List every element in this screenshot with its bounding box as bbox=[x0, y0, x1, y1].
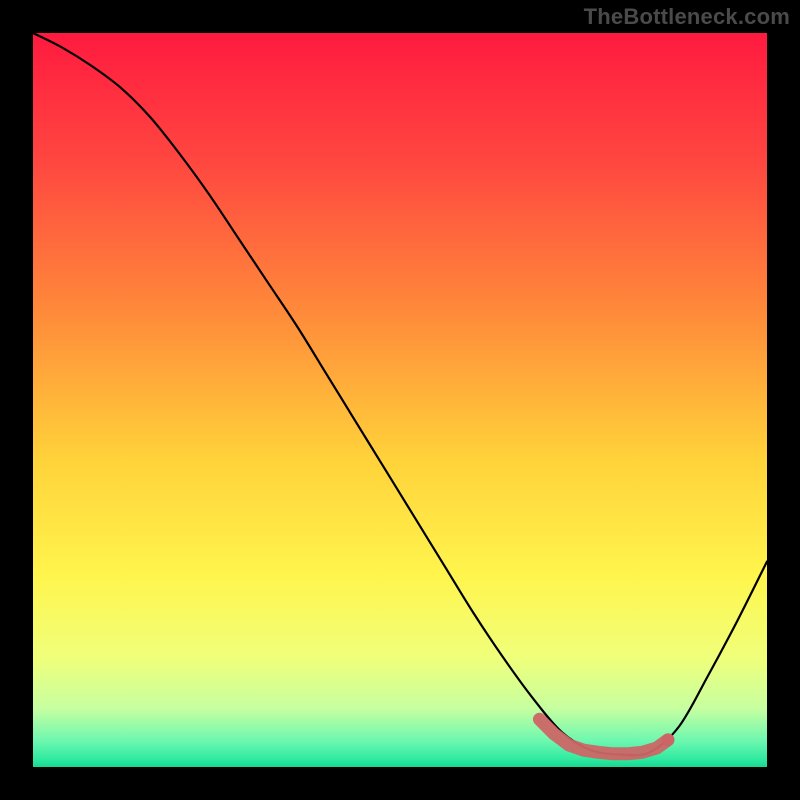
chart-container: TheBottleneck.com bbox=[0, 0, 800, 800]
plot-area bbox=[33, 33, 767, 767]
attribution-text: TheBottleneck.com bbox=[584, 4, 790, 30]
gradient-background bbox=[33, 33, 767, 767]
plot-svg bbox=[33, 33, 767, 767]
